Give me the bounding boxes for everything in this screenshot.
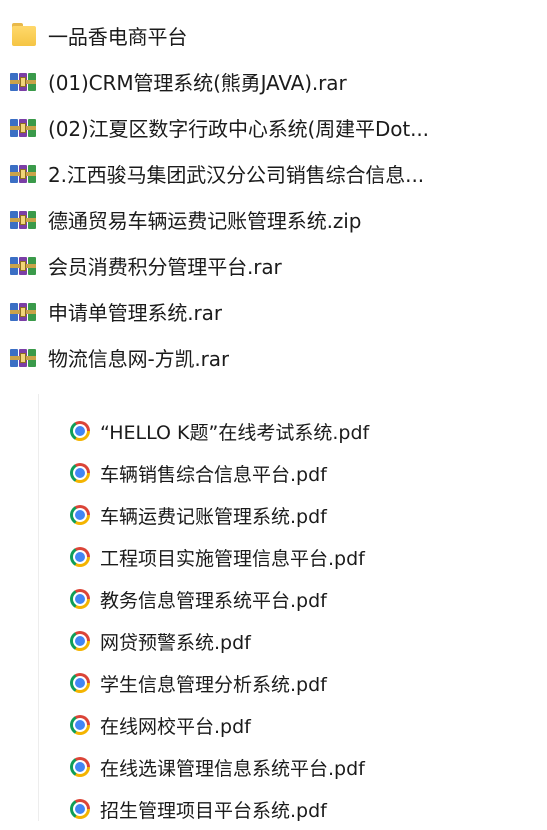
file-name: “HELLO K题”在线考试系统.pdf bbox=[100, 421, 370, 444]
file-name: 申请单管理系统.rar bbox=[48, 300, 222, 325]
pdf-item[interactable]: 车辆销售综合信息平台.pdf bbox=[0, 452, 547, 494]
archive-icon bbox=[10, 345, 38, 369]
archive-icon bbox=[10, 161, 38, 185]
file-list-top: 一品香电商平台 (01)CRM管理系统(熊勇JAVA).rar (02)江夏区数… bbox=[0, 12, 547, 380]
archive-item[interactable]: (01)CRM管理系统(熊勇JAVA).rar bbox=[0, 58, 547, 104]
pdf-item[interactable]: “HELLO K题”在线考试系统.pdf bbox=[0, 410, 547, 452]
chrome-pdf-icon bbox=[70, 757, 90, 777]
archive-item[interactable]: 德通贸易车辆运费记账管理系统.zip bbox=[0, 196, 547, 242]
archive-icon bbox=[10, 207, 38, 231]
file-name: 一品香电商平台 bbox=[48, 24, 188, 49]
pdf-item[interactable]: 在线选课管理信息系统平台.pdf bbox=[0, 746, 547, 788]
pdf-item[interactable]: 教务信息管理系统平台.pdf bbox=[0, 578, 547, 620]
chrome-pdf-icon bbox=[70, 505, 90, 525]
chrome-pdf-icon bbox=[70, 547, 90, 567]
file-list-bottom: “HELLO K题”在线考试系统.pdf 车辆销售综合信息平台.pdf 车辆运费… bbox=[0, 410, 547, 830]
file-name: 工程项目实施管理信息平台.pdf bbox=[100, 547, 365, 570]
archive-icon bbox=[10, 115, 38, 139]
chrome-pdf-icon bbox=[70, 799, 90, 819]
file-name: 会员消费积分管理平台.rar bbox=[48, 254, 282, 279]
archive-item[interactable]: 会员消费积分管理平台.rar bbox=[0, 242, 547, 288]
pdf-item[interactable]: 网贷预警系统.pdf bbox=[0, 620, 547, 662]
archive-item[interactable]: 申请单管理系统.rar bbox=[0, 288, 547, 334]
file-name: (01)CRM管理系统(熊勇JAVA).rar bbox=[48, 70, 347, 95]
file-name: 在线选课管理信息系统平台.pdf bbox=[100, 757, 365, 780]
file-name: 教务信息管理系统平台.pdf bbox=[100, 589, 327, 612]
pdf-item[interactable]: 车辆运费记账管理系统.pdf bbox=[0, 494, 547, 536]
archive-item[interactable]: 物流信息网-方凯.rar bbox=[0, 334, 547, 380]
folder-item[interactable]: 一品香电商平台 bbox=[0, 12, 547, 58]
chrome-pdf-icon bbox=[70, 715, 90, 735]
pdf-item[interactable]: 学生信息管理分析系统.pdf bbox=[0, 662, 547, 704]
chrome-pdf-icon bbox=[70, 673, 90, 693]
archive-item[interactable]: (02)江夏区数字行政中心系统(周建平Dot... bbox=[0, 104, 547, 150]
file-name: 网贷预警系统.pdf bbox=[100, 631, 251, 654]
file-name: (02)江夏区数字行政中心系统(周建平Dot... bbox=[48, 116, 429, 141]
file-name: 车辆销售综合信息平台.pdf bbox=[100, 463, 327, 486]
file-name: 招生管理项目平台系统.pdf bbox=[100, 799, 327, 822]
file-name: 学生信息管理分析系统.pdf bbox=[100, 673, 327, 696]
archive-item[interactable]: 2.江西骏马集团武汉分公司销售综合信息... bbox=[0, 150, 547, 196]
archive-icon bbox=[10, 299, 38, 323]
archive-icon bbox=[10, 253, 38, 277]
archive-icon bbox=[10, 69, 38, 93]
file-name: 在线网校平台.pdf bbox=[100, 715, 251, 738]
file-name: 车辆运费记账管理系统.pdf bbox=[100, 505, 327, 528]
file-name: 2.江西骏马集团武汉分公司销售综合信息... bbox=[48, 162, 424, 187]
chrome-pdf-icon bbox=[70, 463, 90, 483]
pdf-item[interactable]: 招生管理项目平台系统.pdf bbox=[0, 788, 547, 830]
file-name: 物流信息网-方凯.rar bbox=[48, 346, 230, 371]
folder-icon bbox=[10, 23, 38, 47]
pdf-item[interactable]: 工程项目实施管理信息平台.pdf bbox=[0, 536, 547, 578]
chrome-pdf-icon bbox=[70, 631, 90, 651]
chrome-pdf-icon bbox=[70, 421, 90, 441]
file-name: 德通贸易车辆运费记账管理系统.zip bbox=[48, 208, 362, 233]
pdf-item[interactable]: 在线网校平台.pdf bbox=[0, 704, 547, 746]
chrome-pdf-icon bbox=[70, 589, 90, 609]
